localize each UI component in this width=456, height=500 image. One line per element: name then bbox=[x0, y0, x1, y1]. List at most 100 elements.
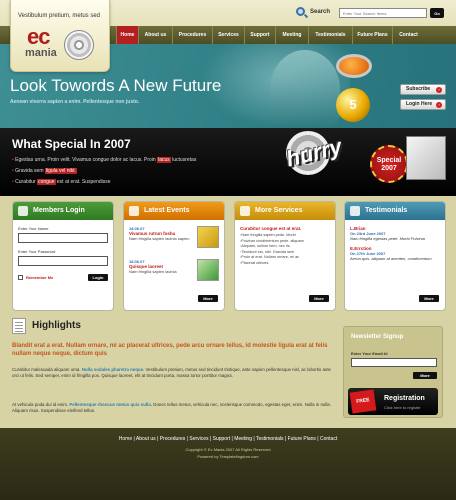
paragraph-text: At vehicula poda dui id enim. bbox=[12, 402, 70, 407]
nav-item-testimonials[interactable]: Testimonials bbox=[308, 26, 352, 44]
service-link[interactable]: Placerat ultrices. bbox=[240, 261, 330, 267]
event-item[interactable]: 18.06.07 Quisque laoreet Nam fringilla s… bbox=[129, 259, 219, 289]
special-2007-badge: Special 2007 bbox=[370, 145, 408, 183]
special-text: Gravida sem bbox=[15, 168, 45, 174]
services-more-button[interactable]: More bbox=[309, 295, 329, 302]
remember-checkbox[interactable] bbox=[18, 275, 23, 280]
nav-item-meeting[interactable]: Meeting bbox=[275, 26, 308, 44]
nav-item-support[interactable]: Support bbox=[244, 26, 275, 44]
nav-item-about-us[interactable]: About us bbox=[138, 26, 172, 44]
search-icon bbox=[296, 7, 305, 16]
services-headline: Curabitur congue est at erat. bbox=[240, 226, 302, 231]
gear-icon bbox=[240, 206, 250, 216]
testimonials-title: Testimonials bbox=[365, 207, 408, 214]
testimonial-item: L.Brian On 23rd June 2007 Nam fringilla … bbox=[350, 226, 440, 241]
number-ball: 5 bbox=[336, 88, 370, 122]
special-highlight: ligula vel nibl. bbox=[44, 168, 77, 174]
special-item: • Egestas urna. Proin velit. Vivamus con… bbox=[12, 157, 196, 163]
user-icon bbox=[18, 206, 28, 216]
subscribe-button[interactable]: Subscribe › bbox=[400, 84, 446, 95]
badge-line: 2007 bbox=[381, 165, 397, 172]
highlights-title: Highlights bbox=[32, 320, 81, 331]
event-desc: Nam fringilla sapien lacinia sapien bbox=[129, 236, 190, 241]
username-label: Enter Your Name bbox=[18, 226, 49, 231]
latest-events-title: Latest Events bbox=[144, 207, 190, 214]
footer-powered-by[interactable]: Powered by Templatefingdom.com bbox=[0, 454, 456, 459]
subscribe-label: Subscribe bbox=[406, 86, 431, 92]
banner-title: Look Towords A New Future bbox=[10, 76, 222, 95]
footer-links[interactable]: Home | About us | Procedures | Services … bbox=[0, 436, 456, 442]
special-highlight: congue bbox=[37, 179, 56, 185]
calendar-icon bbox=[129, 206, 139, 216]
footer-copyright: Copyright © Ec Mania 2007 All Rights Res… bbox=[185, 447, 271, 452]
chat-bubble-icon bbox=[350, 206, 360, 216]
members-login-title: Members Login bbox=[33, 207, 85, 214]
newsletter-email-label: Enter Your Email Id bbox=[351, 351, 388, 356]
remember-label: Remember Me bbox=[26, 275, 54, 280]
nav-item-home[interactable]: Home bbox=[116, 26, 138, 44]
search-input[interactable] bbox=[339, 8, 427, 18]
members-login-box: Members Login Enter Your Name Enter Your… bbox=[12, 201, 114, 311]
registration-label[interactable]: Registration bbox=[384, 395, 425, 402]
more-services-header: More Services bbox=[235, 202, 335, 220]
document-icon bbox=[12, 318, 26, 334]
login-here-label: Login Here bbox=[406, 101, 433, 107]
event-item[interactable]: 18.06.07 Vivamus rutrun fosha Nam fringi… bbox=[129, 226, 219, 256]
username-field[interactable] bbox=[18, 233, 108, 243]
paragraph-text: Curabitur malesuada aliquam urna. bbox=[12, 367, 82, 372]
password-field[interactable] bbox=[18, 256, 108, 266]
special-item: • Gravida sem ligula vel nibl. bbox=[12, 168, 77, 174]
paragraph-link[interactable]: Nulla sodales pharetra neque. bbox=[82, 367, 144, 372]
banner-subtitle: Aenean viverra sapien a enim. Pellentesq… bbox=[10, 99, 140, 105]
testimonial-item: E.Errction On 27th June 2007 Aerna quis.… bbox=[350, 246, 440, 261]
logo-text-mania: mania bbox=[25, 47, 57, 59]
event-thumbnail[interactable] bbox=[197, 259, 219, 281]
more-services-title: More Services bbox=[255, 207, 303, 214]
special-item: • Curabitur congue est at erat. Suspendi… bbox=[12, 179, 111, 185]
testimonials-box: Testimonials L.Brian On 23rd June 2007 N… bbox=[344, 201, 446, 311]
testimonials-header: Testimonials bbox=[345, 202, 445, 220]
highlights-paragraph: At vehicula poda dui id enim. Pellentesq… bbox=[12, 402, 337, 414]
nav-item-services[interactable]: Services bbox=[212, 26, 244, 44]
special-text: Curabitur bbox=[15, 179, 38, 185]
latest-events-box: Latest Events 18.06.07 Vivamus rutrun fo… bbox=[123, 201, 225, 311]
newsletter-more-button[interactable]: More bbox=[413, 372, 437, 379]
members-login-header: Members Login bbox=[13, 202, 113, 220]
highlights-paragraph: Curabitur malesuada aliquam urna. Nulla … bbox=[12, 367, 337, 379]
special-highlight: lacus bbox=[157, 157, 171, 163]
login-button[interactable]: Login bbox=[88, 274, 108, 281]
registration-subtext: Click here to register bbox=[384, 405, 421, 410]
login-here-button[interactable]: Login Here › bbox=[400, 99, 446, 110]
testimonial-text: Aerna quis. aliquam at anenten, condimen… bbox=[350, 256, 432, 261]
nav-item-procedures[interactable]: Procedures bbox=[172, 26, 212, 44]
logo-text-ec: ec bbox=[27, 24, 51, 49]
testimonials-more-button[interactable]: More bbox=[419, 295, 439, 302]
special-text: Egestas urna. Proin velit. Vivamus congu… bbox=[15, 157, 158, 163]
free-badge: FREE bbox=[349, 389, 377, 414]
orange-disc-icon bbox=[336, 54, 372, 78]
newsletter-title: Newsletter Signup bbox=[351, 334, 404, 340]
password-label: Enter Your Password bbox=[18, 249, 56, 254]
nav-item-future-plans[interactable]: Future Plans bbox=[352, 26, 392, 44]
more-services-box: More Services Curabitur congue est at er… bbox=[234, 201, 336, 311]
events-more-button[interactable]: More bbox=[198, 295, 218, 302]
newsletter-email-input[interactable] bbox=[351, 358, 437, 367]
search-label: Search bbox=[310, 9, 331, 15]
logo[interactable] bbox=[10, 0, 110, 72]
arrow-right-icon: › bbox=[436, 102, 442, 108]
cd-disc-icon bbox=[64, 30, 94, 60]
arrow-right-icon: › bbox=[436, 87, 442, 93]
site-tagline: Vestibulum pretium, metus sed bbox=[17, 13, 101, 19]
event-thumbnail[interactable] bbox=[197, 226, 219, 248]
highlights-lead: Blandit erat a erat. Nullam ornare, mi a… bbox=[12, 343, 328, 357]
hero-face-image bbox=[270, 50, 340, 128]
special-text: est at erat. Suspendisse bbox=[55, 179, 111, 185]
latest-events-header: Latest Events bbox=[124, 202, 224, 220]
testimonial-text: Nam fringilla egestas pede. Morbi Pulvin… bbox=[350, 236, 426, 241]
paragraph-link[interactable]: Pellentesque rhoncus metus quis nulla. bbox=[69, 402, 152, 407]
event-desc: Nam fringilla sapien lacinia bbox=[129, 269, 177, 274]
badge-line: Special bbox=[376, 157, 402, 164]
special-title: What Special In 2007 bbox=[12, 137, 131, 151]
search-go-button[interactable]: Go bbox=[430, 8, 444, 18]
nav-item-contact[interactable]: Contact bbox=[392, 26, 424, 44]
